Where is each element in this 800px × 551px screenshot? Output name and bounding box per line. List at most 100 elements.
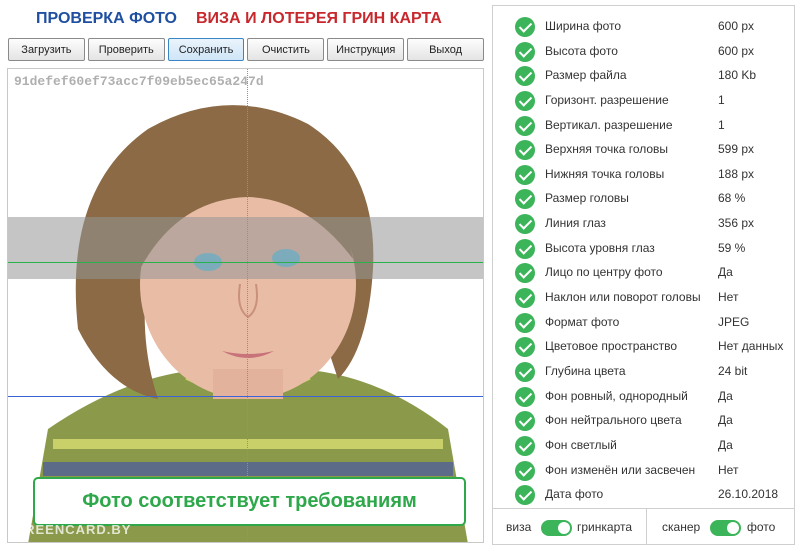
check-label: Размер файла	[545, 68, 627, 83]
visa-greencard-toggle[interactable]	[541, 520, 572, 536]
check-row: Ширина фото 600 px	[493, 15, 794, 40]
check-row: Наклон или поворот головы Нет	[493, 286, 794, 311]
check-value: 188 px	[718, 166, 755, 181]
check-value: 68 %	[718, 191, 746, 206]
check-label: Фон изменён или засвечен	[545, 462, 696, 477]
switch-left-off-label: виза	[506, 520, 532, 534]
check-ok-icon	[515, 435, 535, 456]
check-row: Фон нейтрального цвета Да	[493, 409, 794, 434]
check-row: Размер головы 68 %	[493, 187, 794, 212]
check-ok-icon	[515, 361, 535, 382]
switch-divider	[646, 509, 647, 545]
check-label: Горизонт. разрешение	[545, 92, 669, 107]
scanner-photo-toggle[interactable]	[710, 520, 741, 536]
photo-preview: 91defef60ef73acc7f09eb5ec65a247d Фото со…	[7, 68, 484, 543]
check-value: 600 px	[718, 43, 755, 58]
check-label: Дата фото	[545, 487, 604, 502]
save-button[interactable]: Сохранить	[167, 38, 245, 61]
check-label: Формат фото	[545, 314, 620, 329]
exit-button[interactable]: Выход	[407, 38, 484, 61]
check-row: Вертикал. разрешение 1	[493, 114, 794, 139]
check-ok-icon	[515, 288, 535, 309]
check-ok-icon	[515, 312, 535, 333]
check-label: Размер головы	[545, 191, 629, 206]
check-row: Верхняя точка головы 599 px	[493, 138, 794, 163]
check-row: Лицо по центру фото Да	[493, 261, 794, 286]
check-value: 1	[718, 92, 725, 107]
check-label: Высота фото	[545, 43, 618, 58]
check-list: Ширина фото 600 px Высота фото 600 px Размер…	[493, 15, 794, 508]
check-row: Дата фото 26.10.2018	[493, 483, 794, 508]
title-photo-check: ПРОВЕРКА ФОТО	[36, 10, 177, 27]
watermark: GREENCARD.BY	[14, 522, 132, 537]
check-label: Фон светлый	[545, 437, 617, 452]
check-ok-icon	[515, 386, 535, 407]
photo-hash: 91defef60ef73acc7f09eb5ec65a247d	[14, 74, 264, 89]
check-button[interactable]: Проверить	[87, 38, 165, 61]
check-label: Верхняя точка головы	[545, 142, 669, 157]
check-label: Фон нейтрального цвета	[545, 413, 682, 428]
check-value: Да	[718, 413, 733, 428]
check-label: Лицо по центру фото	[545, 265, 663, 280]
check-row: Высота фото 600 px	[493, 40, 794, 65]
check-value: 1	[718, 117, 725, 132]
load-button[interactable]: Загрузить	[8, 38, 85, 61]
check-value: Да	[718, 388, 733, 403]
check-ok-icon	[515, 140, 535, 161]
check-value: Да	[718, 437, 733, 452]
check-ok-icon	[515, 115, 535, 136]
check-row: Нижняя точка головы 188 px	[493, 163, 794, 188]
check-value: Нет	[718, 462, 739, 477]
check-ok-icon	[515, 164, 535, 185]
chin-line	[8, 396, 483, 397]
check-value: Нет	[718, 290, 739, 305]
center-line	[247, 69, 248, 542]
check-row: Горизонт. разрешение 1	[493, 89, 794, 114]
check-row: Глубина цвета 24 bit	[493, 360, 794, 385]
check-ok-icon	[515, 337, 535, 358]
check-ok-icon	[515, 17, 535, 37]
check-value: Нет данных	[718, 339, 784, 354]
check-label: Цветовое пространство	[545, 339, 678, 354]
check-value: 59 %	[718, 240, 746, 255]
check-ok-icon	[515, 189, 535, 210]
check-ok-icon	[515, 41, 535, 62]
check-row: Фон изменён или засвечен Нет	[493, 459, 794, 484]
check-ok-icon	[515, 238, 535, 259]
clear-button[interactable]: Очистить	[247, 38, 325, 61]
check-value: 24 bit	[718, 363, 748, 378]
check-row: Цветовое пространство Нет данных	[493, 335, 794, 360]
check-value: 180 Kb	[718, 68, 757, 83]
check-row: Высота уровня глаз 59 %	[493, 237, 794, 262]
title-visa-lottery: ВИЗА И ЛОТЕРЕЯ ГРИН КАРТА	[196, 10, 442, 27]
mode-switches: виза гринкарта сканер фото	[493, 508, 794, 545]
check-row: Размер файла 180 Kb	[493, 64, 794, 89]
app-header: ПРОВЕРКА ФОТО ВИЗА И ЛОТЕРЕЯ ГРИН КАРТА	[10, 8, 485, 30]
toolbar: Загрузить Проверить Сохранить Очистить И…	[8, 38, 484, 62]
instructions-button[interactable]: Инструкция	[327, 38, 405, 61]
check-value: 26.10.2018	[718, 487, 779, 502]
check-value: 599 px	[718, 142, 755, 157]
check-ok-icon	[515, 263, 535, 284]
child-portrait-photo	[8, 69, 483, 542]
check-label: Высота уровня глаз	[545, 240, 655, 255]
eye-line	[8, 262, 483, 263]
check-ok-icon	[515, 214, 535, 235]
check-value: JPEG	[718, 314, 750, 329]
check-ok-icon	[515, 485, 535, 506]
check-label: Фон ровный, однородный	[545, 388, 688, 403]
check-label: Ширина фото	[545, 19, 622, 33]
check-value: Да	[718, 265, 733, 280]
eye-zone-band	[8, 217, 483, 279]
check-row: Фон ровный, однородный Да	[493, 385, 794, 410]
check-ok-icon	[515, 66, 535, 87]
check-ok-icon	[515, 90, 535, 111]
check-row: Формат фото JPEG	[493, 311, 794, 336]
check-label: Наклон или поворот головы	[545, 290, 701, 305]
check-row: Фон светлый Да	[493, 434, 794, 459]
check-label: Вертикал. разрешение	[545, 117, 673, 132]
check-label: Нижняя точка головы	[545, 166, 665, 181]
check-label: Глубина цвета	[545, 363, 626, 378]
verdict-banner: Фото соответствует требованиям	[33, 477, 466, 526]
check-ok-icon	[515, 460, 535, 481]
